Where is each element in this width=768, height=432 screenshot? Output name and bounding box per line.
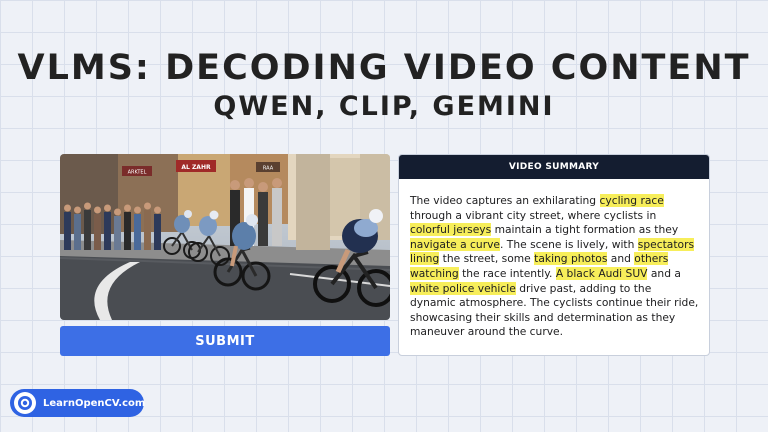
highlighted-phrase: taking photos [534, 252, 608, 266]
summary-segment: maintain a tight formation as they [491, 223, 679, 237]
video-preview[interactable]: AL ZAHR ARKTEL RAA [60, 154, 390, 320]
learnopencv-badge[interactable]: LearnOpenCV.com [10, 389, 146, 417]
video-summary-panel: VIDEO SUMMARY The video captures an exhi… [398, 154, 710, 356]
highlighted-phrase: cycling race [599, 194, 664, 207]
shop-sign-label: ARKTEL [128, 170, 147, 176]
cycling-race-frame: AL ZAHR ARKTEL RAA [60, 154, 390, 320]
shop-sign-label: RAA [263, 166, 274, 172]
page-subtitle: QWEN, CLIP, GEMINI [213, 91, 555, 122]
eye-logo-icon [14, 392, 36, 414]
summary-text: The video captures an exhilarating cycli… [399, 179, 709, 340]
highlighted-phrase: navigate a curve [410, 237, 501, 251]
summary-segment: the race intently. [458, 266, 556, 280]
summary-heading: VIDEO SUMMARY [399, 155, 709, 179]
summary-segment: the street, some [439, 252, 535, 266]
summary-segment: and [607, 252, 635, 266]
page-title: VLMS: DECODING VIDEO CONTENT [17, 48, 751, 88]
summary-segment: The video captures an exhilarating [410, 194, 600, 207]
shop-sign-label: AL ZAHR [181, 164, 211, 171]
highlighted-phrase: colorful jerseys [410, 223, 492, 237]
summary-segment: through a vibrant city street, where cyc… [410, 208, 657, 222]
summary-segment: and a [647, 266, 681, 280]
highlighted-phrase: A black Audi SUV [555, 266, 648, 280]
brand-label: LearnOpenCV.com [43, 397, 146, 409]
highlighted-phrase: white police vehicle [410, 281, 516, 295]
summary-segment: . The scene is lively, with [500, 237, 638, 251]
submit-button[interactable]: SUBMIT [60, 326, 390, 356]
